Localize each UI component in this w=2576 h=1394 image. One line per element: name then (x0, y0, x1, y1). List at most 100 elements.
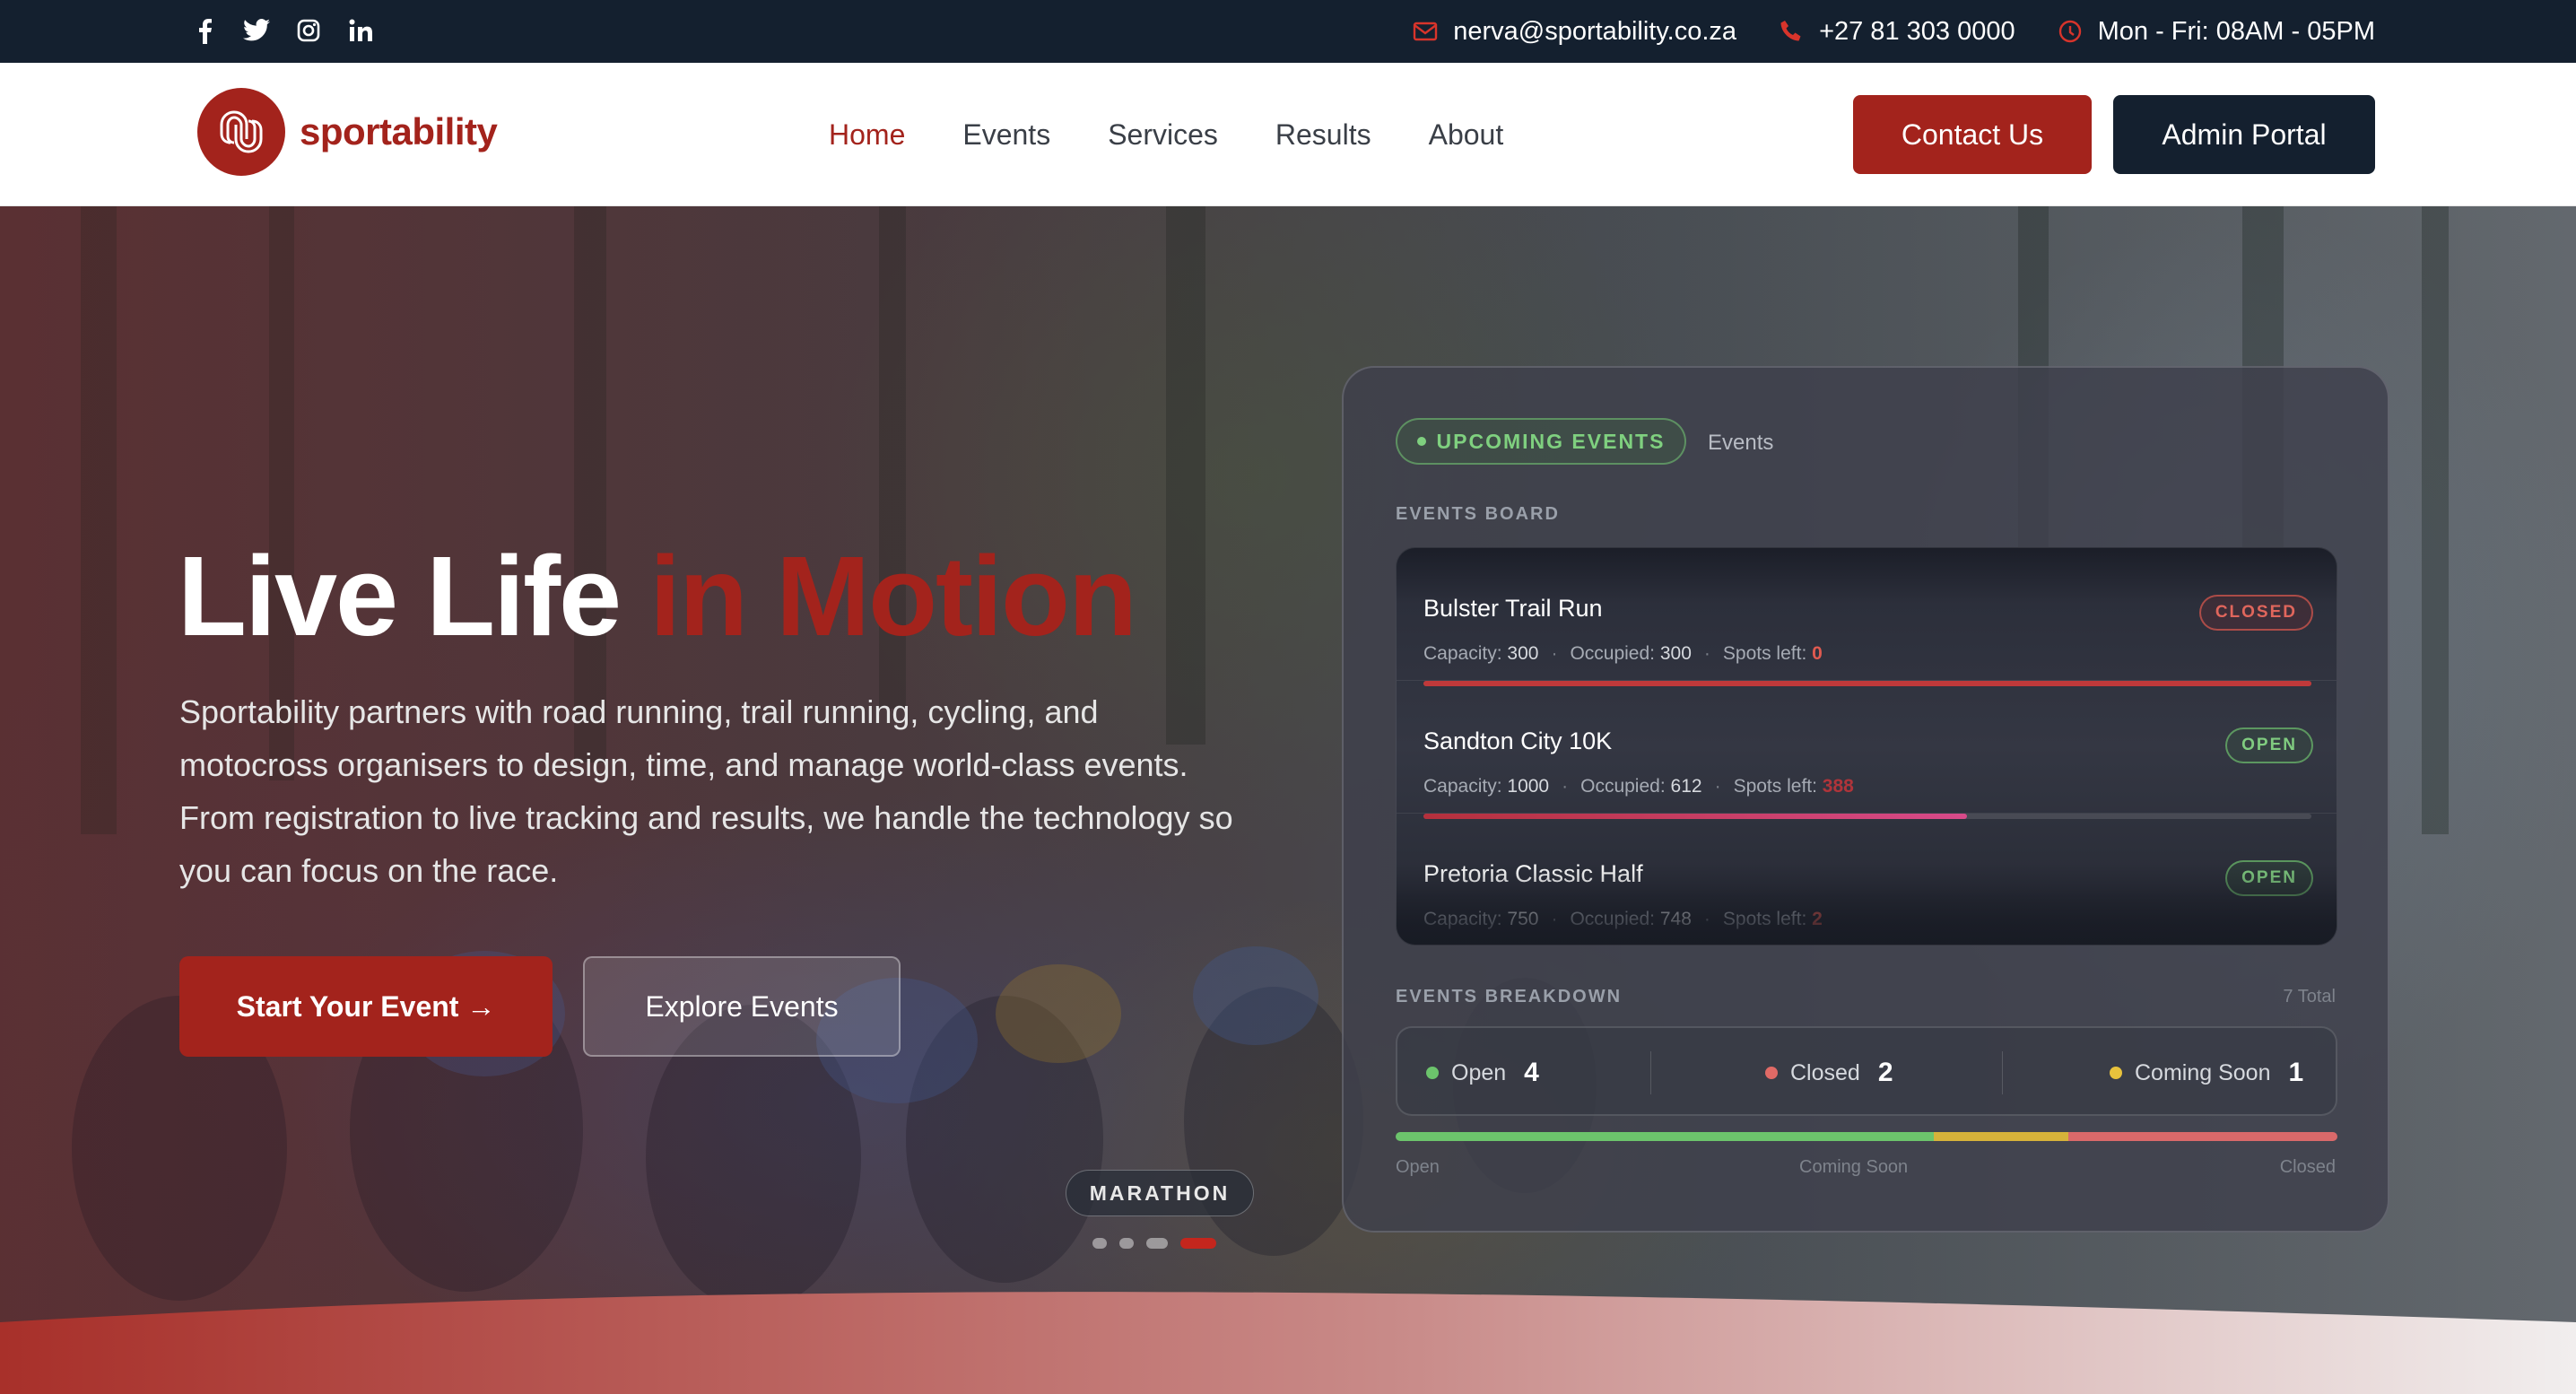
status-dot-icon (1416, 437, 1426, 446)
hero-title-main: Live Life (178, 533, 622, 659)
nav-link-services[interactable]: Services (1108, 118, 1218, 152)
linkedin-icon[interactable] (346, 16, 375, 45)
breakdown-closed: Closed 2 (1765, 1028, 1893, 1118)
hero-bottom-wave (0, 1292, 2576, 1394)
explore-events-button[interactable]: Explore Events (583, 956, 901, 1057)
coming-soon-dot-icon (2110, 1067, 2122, 1079)
stack-closed (2067, 1132, 2337, 1141)
breakdown-open: Open 4 (1426, 1028, 1539, 1118)
facebook-icon[interactable] (190, 16, 219, 45)
phone-contact[interactable]: +27 81 303 0000 (1778, 17, 2015, 47)
carousel-dots (1092, 1238, 1216, 1249)
main-navigation: sportability Home Events Services Result… (0, 63, 2576, 206)
events-panel: UPCOMING EVENTS Events EVENTS BOARD Buls… (1342, 366, 2389, 1233)
hero-description: Sportability partners with road running,… (179, 693, 1233, 889)
spots-left-value: 2 (1812, 909, 1823, 929)
phone-text: +27 81 303 0000 (1819, 16, 2015, 46)
twitter-icon[interactable] (242, 16, 271, 45)
spots-left-value: 388 (1822, 776, 1854, 797)
capacity-value: 750 (1507, 909, 1539, 929)
stack-label-closed: Closed (2279, 1157, 2336, 1177)
occupied-label: Occupied: (1580, 776, 1666, 797)
hero-title-accent: in Motion (649, 533, 1137, 659)
admin-portal-button[interactable]: Admin Portal (2113, 95, 2375, 174)
event-name: Bulster Trail Run (1423, 595, 1603, 622)
divider (2002, 1051, 2003, 1094)
occupied-label: Occupied: (1570, 643, 1655, 664)
divider (1650, 1051, 1651, 1094)
breakdown-label: Open (1451, 1059, 1507, 1085)
hours-text: Mon - Fri: 08AM - 05PM (2097, 16, 2375, 46)
logo-mark-icon (197, 88, 285, 176)
slide-tag: MARATHON (1066, 1170, 1254, 1216)
email-contact[interactable]: nerva@sportability.co.za (1412, 17, 1736, 47)
closed-dot-icon (1765, 1067, 1778, 1079)
events-breakdown: Open 4 Closed 2 Coming Soon 1 (1396, 1026, 2337, 1116)
carousel-dot[interactable] (1119, 1238, 1134, 1249)
clock-icon (2058, 20, 2081, 43)
nav-link-about[interactable]: About (1429, 118, 1504, 152)
breakdown-label: Coming Soon (2135, 1059, 2271, 1085)
occupied-value: 612 (1670, 776, 1702, 797)
event-name: Pretoria Classic Half (1423, 860, 1643, 887)
spots-left-label: Spots left: (1722, 643, 1807, 664)
start-your-event-button[interactable]: Start Your Event → (179, 956, 553, 1057)
social-links (190, 16, 375, 45)
status-badge: OPEN (2225, 860, 2313, 896)
capacity-value: 300 (1507, 643, 1539, 664)
carousel-dot-active[interactable] (1180, 1238, 1216, 1249)
upcoming-events-pill[interactable]: UPCOMING EVENTS (1396, 418, 1686, 465)
occupied-label: Occupied: (1570, 909, 1655, 929)
capacity-value: 1000 (1507, 776, 1550, 797)
event-stats: Capacity: 1000 · Occupied: 612 · Spots left:… (1423, 776, 1854, 797)
status-badge: OPEN (2225, 727, 2313, 763)
status-badge: CLOSED (2198, 595, 2313, 631)
brand-logo[interactable]: sportability (197, 88, 498, 176)
capacity-label: Capacity: (1423, 909, 1502, 929)
event-stats: Capacity: 300 · Occupied: 300 · Spots left: … (1423, 643, 1823, 664)
breakdown-coming-soon: Coming Soon 1 (2110, 1028, 2303, 1118)
event-row[interactable]: Bulster Trail Run CLOSED Capacity: 300 · O… (1397, 548, 2337, 686)
spots-left-label: Spots left: (1733, 776, 1817, 797)
nav-link-home[interactable]: Home (829, 118, 905, 152)
mail-icon (1414, 22, 1438, 41)
events-breakdown-label: EVENTS BREAKDOWN (1396, 987, 1623, 1006)
stack-label-open: Open (1396, 1157, 1440, 1177)
top-bar: nerva@sportability.co.za +27 81 303 0000… (0, 0, 2576, 63)
breakdown-count: 2 (1877, 1058, 1893, 1087)
stack-open (1396, 1132, 1934, 1141)
nav-links: Home Events Services Results About (829, 63, 1503, 206)
occupied-value: 748 (1659, 909, 1692, 929)
hours-info: Mon - Fri: 08AM - 05PM (2057, 17, 2375, 47)
event-row[interactable]: Pretoria Classic Half OPEN Capacity: 750… (1397, 814, 2337, 945)
phone-icon (1780, 21, 1801, 41)
event-row[interactable]: Sandton City 10K OPEN Capacity: 1000 · Occ… (1397, 681, 2337, 819)
carousel-dot[interactable] (1092, 1238, 1107, 1249)
event-name: Sandton City 10K (1423, 727, 1613, 754)
capacity-label: Capacity: (1423, 776, 1502, 797)
contact-info: nerva@sportability.co.za +27 81 303 0000… (1412, 0, 2375, 63)
occupied-value: 300 (1659, 643, 1692, 664)
open-dot-icon (1426, 1067, 1439, 1079)
hero-title: Live Life in Motion (178, 531, 1137, 661)
events-board-label: EVENTS BOARD (1396, 504, 1560, 524)
events-total: 7 Total (2283, 987, 2336, 1006)
breakdown-count: 4 (1524, 1058, 1539, 1087)
carousel-dot[interactable] (1146, 1238, 1168, 1249)
upcoming-events-label: UPCOMING EVENTS (1436, 429, 1666, 453)
breakdown-label: Closed (1790, 1059, 1860, 1085)
nav-link-results[interactable]: Results (1275, 118, 1371, 152)
events-tab-link[interactable]: Events (1708, 431, 1773, 456)
events-board: Bulster Trail Run CLOSED Capacity: 300 · O… (1396, 547, 2337, 945)
stack-coming-soon (1933, 1132, 2068, 1141)
contact-us-button[interactable]: Contact Us (1853, 95, 2092, 174)
hero-section: Live Life in Motion Sportability partner… (0, 206, 2576, 1394)
stack-label-coming-soon: Coming Soon (1799, 1157, 1909, 1177)
nav-link-events[interactable]: Events (962, 118, 1050, 152)
capacity-label: Capacity: (1423, 643, 1502, 664)
spots-left-value: 0 (1812, 643, 1823, 664)
spots-left-label: Spots left: (1722, 909, 1807, 929)
instagram-icon[interactable] (294, 16, 323, 45)
breakdown-stacked-bar (1396, 1132, 2337, 1141)
email-text: nerva@sportability.co.za (1453, 16, 1737, 46)
